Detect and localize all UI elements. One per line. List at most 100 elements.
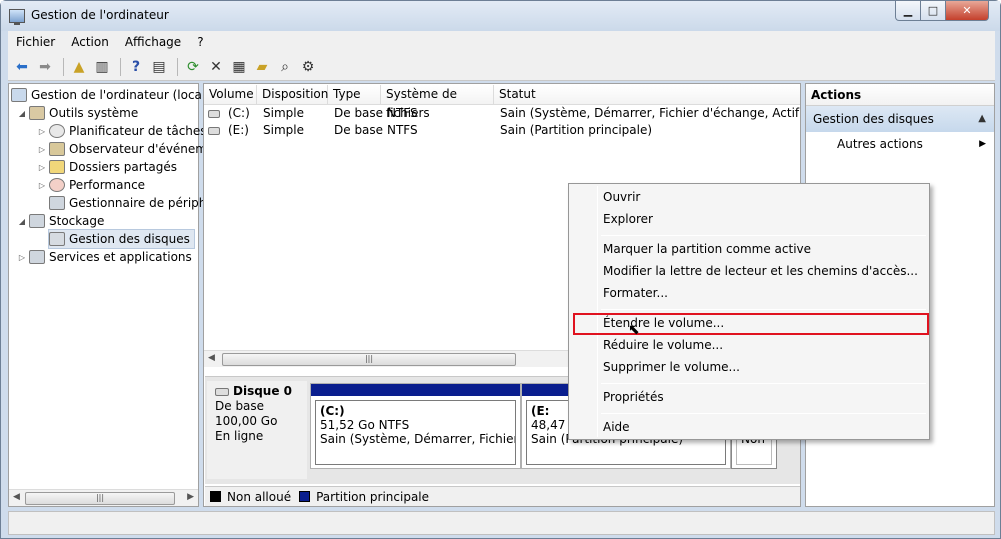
partition-c-status: Sain (Système, Démarrer, Fichier d'éc bbox=[320, 432, 516, 446]
open-folder-icon[interactable]: ▰ bbox=[252, 57, 272, 77]
menu-item-properties[interactable]: Propriétés bbox=[603, 387, 664, 407]
tools-icon bbox=[29, 106, 45, 120]
tree-item-disk-management[interactable]: Gestion des disques bbox=[48, 229, 195, 249]
tree-item-task-scheduler[interactable]: ▷ Planificateur de tâches bbox=[37, 122, 207, 140]
toolbar-separator bbox=[120, 57, 121, 76]
scroll-left-icon[interactable]: ◀ bbox=[13, 492, 20, 502]
scrollbar-thumb[interactable]: ||| bbox=[222, 353, 516, 366]
status-bar bbox=[8, 511, 995, 535]
collapse-up-icon[interactable]: ▲ bbox=[978, 106, 986, 132]
tree-item-storage[interactable]: ◢ Stockage bbox=[17, 212, 104, 230]
search-icon[interactable]: ⌕ bbox=[275, 57, 295, 77]
menu-file[interactable]: Fichier bbox=[8, 35, 63, 49]
primary-partition-bar bbox=[311, 384, 520, 396]
unallocated-swatch bbox=[210, 491, 221, 502]
partition-c[interactable]: (C:) 51,52 Go NTFS Sain (Système, Démarr… bbox=[310, 383, 521, 469]
menu-separator bbox=[601, 309, 926, 310]
scroll-right-icon[interactable]: ▶ bbox=[187, 492, 194, 502]
drive-icon bbox=[208, 110, 220, 118]
menu-item-help[interactable]: Aide bbox=[603, 417, 630, 437]
column-header-file-system[interactable]: Système de fichiers bbox=[381, 85, 494, 120]
menu-action[interactable]: Action bbox=[63, 35, 117, 49]
computer-icon bbox=[11, 88, 27, 102]
forward-arrow-icon[interactable]: ➡ bbox=[35, 57, 55, 77]
refresh-icon[interactable]: ⟳ bbox=[183, 57, 203, 77]
menu-item-change-drive-letter[interactable]: Modifier la lettre de lecteur et les che… bbox=[603, 261, 918, 281]
storage-icon bbox=[29, 214, 45, 228]
tree-item-device-manager[interactable]: Gestionnaire de périphé bbox=[49, 194, 214, 212]
menu-item-explore[interactable]: Explorer bbox=[603, 209, 653, 229]
expand-arrow-icon[interactable]: ▷ bbox=[37, 163, 47, 172]
menu-gutter bbox=[597, 186, 598, 437]
menu-item-extend-volume[interactable]: Étendre le volume... bbox=[603, 313, 724, 333]
menu-help[interactable]: ? bbox=[189, 35, 211, 49]
back-arrow-icon[interactable]: ⬅ bbox=[12, 57, 32, 77]
legend-primary: Partition principale bbox=[316, 489, 430, 504]
device-manager-icon bbox=[49, 196, 65, 210]
show-hide-action-pane-icon[interactable]: ▤ bbox=[149, 57, 169, 77]
column-header-type[interactable]: Type bbox=[328, 85, 381, 105]
up-folder-icon[interactable]: ▲ bbox=[69, 57, 89, 77]
menu-separator bbox=[601, 235, 926, 236]
disk-state: En ligne bbox=[215, 429, 264, 443]
more-actions-item[interactable]: Autres actions ▶ bbox=[806, 132, 994, 156]
menu-bar: Fichier Action Affichage ? bbox=[8, 31, 995, 53]
primary-partition-swatch bbox=[299, 491, 311, 502]
disk-info[interactable]: Disque 0 De base 100,00 Go En ligne bbox=[207, 381, 307, 479]
partition-c-label: (C:) bbox=[320, 404, 345, 418]
disk-icon bbox=[49, 232, 65, 246]
menu-item-mark-active[interactable]: Marquer la partition comme active bbox=[603, 239, 811, 259]
menu-item-delete-volume[interactable]: Supprimer le volume... bbox=[603, 357, 740, 377]
menu-item-format[interactable]: Formater... bbox=[603, 283, 668, 303]
column-header-volume[interactable]: Volume bbox=[204, 85, 257, 105]
collapse-arrow-icon[interactable]: ◢ bbox=[17, 109, 27, 118]
legend-unallocated: Non alloué bbox=[227, 489, 292, 504]
disk-size: 100,00 Go bbox=[215, 414, 278, 428]
event-viewer-icon bbox=[49, 142, 65, 156]
tree-item-shared-folders[interactable]: ▷ Dossiers partagés bbox=[37, 158, 177, 176]
maximize-button[interactable]: □ bbox=[920, 1, 946, 21]
collapse-arrow-icon[interactable]: ◢ bbox=[17, 217, 27, 226]
actions-header: Actions bbox=[806, 84, 994, 106]
expand-arrow-icon[interactable]: ▷ bbox=[37, 127, 47, 136]
column-header-layout[interactable]: Disposition bbox=[257, 85, 328, 105]
menu-separator bbox=[601, 383, 926, 384]
show-hide-tree-icon[interactable]: ▥ bbox=[92, 57, 112, 77]
shared-folder-icon bbox=[49, 160, 65, 174]
settings-icon[interactable]: ⚙ bbox=[298, 57, 318, 77]
tree-item-system-tools[interactable]: ◢ Outils système bbox=[17, 104, 138, 122]
toolbar-separator bbox=[63, 57, 64, 76]
tree-item-services[interactable]: ▷ Services et applications bbox=[17, 248, 192, 266]
expand-arrow-icon[interactable]: ▷ bbox=[37, 181, 47, 190]
menu-item-shrink-volume[interactable]: Réduire le volume... bbox=[603, 335, 723, 355]
expand-arrow-icon[interactable]: ▷ bbox=[37, 145, 47, 154]
submenu-arrow-icon: ▶ bbox=[979, 139, 986, 149]
scrollbar-thumb[interactable]: ||| bbox=[25, 492, 175, 505]
close-button[interactable]: ✕ bbox=[945, 1, 989, 21]
delete-icon[interactable]: ✕ bbox=[206, 57, 226, 77]
toolbar: ⬅ ➡ ▲ ▥ ? ▤ ⟳ ✕ ▦ ▰ ⌕ ⚙ bbox=[8, 53, 995, 81]
help-icon[interactable]: ? bbox=[126, 57, 146, 77]
disk-name: Disque 0 bbox=[233, 384, 293, 398]
tree-item-root[interactable]: Gestion de l'ordinateur (local) bbox=[11, 86, 210, 104]
menu-view[interactable]: Affichage bbox=[117, 35, 189, 49]
menu-separator bbox=[601, 413, 926, 414]
services-icon bbox=[29, 250, 45, 264]
disk-type: De base bbox=[215, 399, 265, 413]
minimize-button[interactable]: ▁ bbox=[895, 1, 921, 21]
column-header-status[interactable]: Statut bbox=[494, 85, 800, 105]
properties-icon[interactable]: ▦ bbox=[229, 57, 249, 77]
legend: Non alloué Partition principale bbox=[205, 486, 800, 506]
actions-section-disk-management[interactable]: Gestion des disques ▲ bbox=[806, 106, 994, 132]
tree-horizontal-scrollbar[interactable]: ◀ ||| ▶ bbox=[9, 489, 198, 506]
clock-icon bbox=[49, 124, 65, 138]
tree-item-event-viewer[interactable]: ▷ Observateur d'événeme bbox=[37, 140, 214, 158]
navigation-tree: Gestion de l'ordinateur (local) ◢ Outils… bbox=[8, 83, 214, 507]
scroll-left-icon[interactable]: ◀ bbox=[208, 353, 215, 363]
toolbar-separator bbox=[177, 57, 178, 76]
title-bar: Gestion de l'ordinateur ▁ □ ✕ bbox=[1, 1, 1000, 31]
expand-arrow-icon[interactable]: ▷ bbox=[17, 253, 27, 262]
menu-item-open[interactable]: Ouvrir bbox=[603, 187, 640, 207]
tree-item-performance[interactable]: ▷ Performance bbox=[37, 176, 145, 194]
partition-c-size: 51,52 Go NTFS bbox=[320, 418, 410, 432]
